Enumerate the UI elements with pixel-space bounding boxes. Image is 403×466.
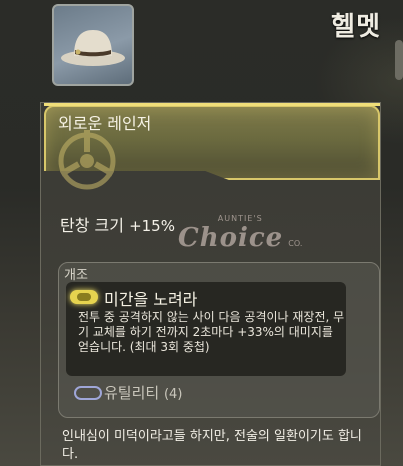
utility-ring-icon (74, 386, 102, 400)
stat-label: 탄창 크기 (60, 216, 124, 235)
cowboy-hat-icon (61, 30, 125, 66)
watermark-main: Choice (178, 223, 284, 253)
watermark-top: AUNTIE'S (217, 214, 263, 223)
mod-header: 개조 (64, 268, 88, 283)
perk-pill-icon (70, 290, 98, 304)
scrollbar-edge[interactable] (395, 40, 403, 80)
watermark-suffix: CO. (288, 239, 303, 248)
flavor-text: 인내심이 미덕이라고들 하지만, 전술의 일환이기도 합니다. (62, 429, 362, 462)
category-title: 헬멧 (331, 12, 381, 42)
banner-highlight (44, 103, 380, 106)
utility-slot: 유틸리티 (4) (104, 382, 182, 403)
emblem-icon (58, 130, 116, 190)
stat-line: 탄창 크기 +15% (60, 212, 175, 236)
stat-value: +15% (129, 217, 175, 235)
watermark-logo: AUNTIE'S Choice CO. (178, 214, 302, 253)
item-thumbnail[interactable] (52, 4, 134, 86)
perk-title: 미간을 노려라 (104, 290, 198, 309)
utility-label: 유틸리티 (104, 384, 160, 402)
perk-description: 전투 중 공격하지 않는 사이 다음 공격이나 재장전, 무기 교체를 하기 전… (78, 310, 345, 354)
utility-count: (4) (163, 387, 183, 402)
